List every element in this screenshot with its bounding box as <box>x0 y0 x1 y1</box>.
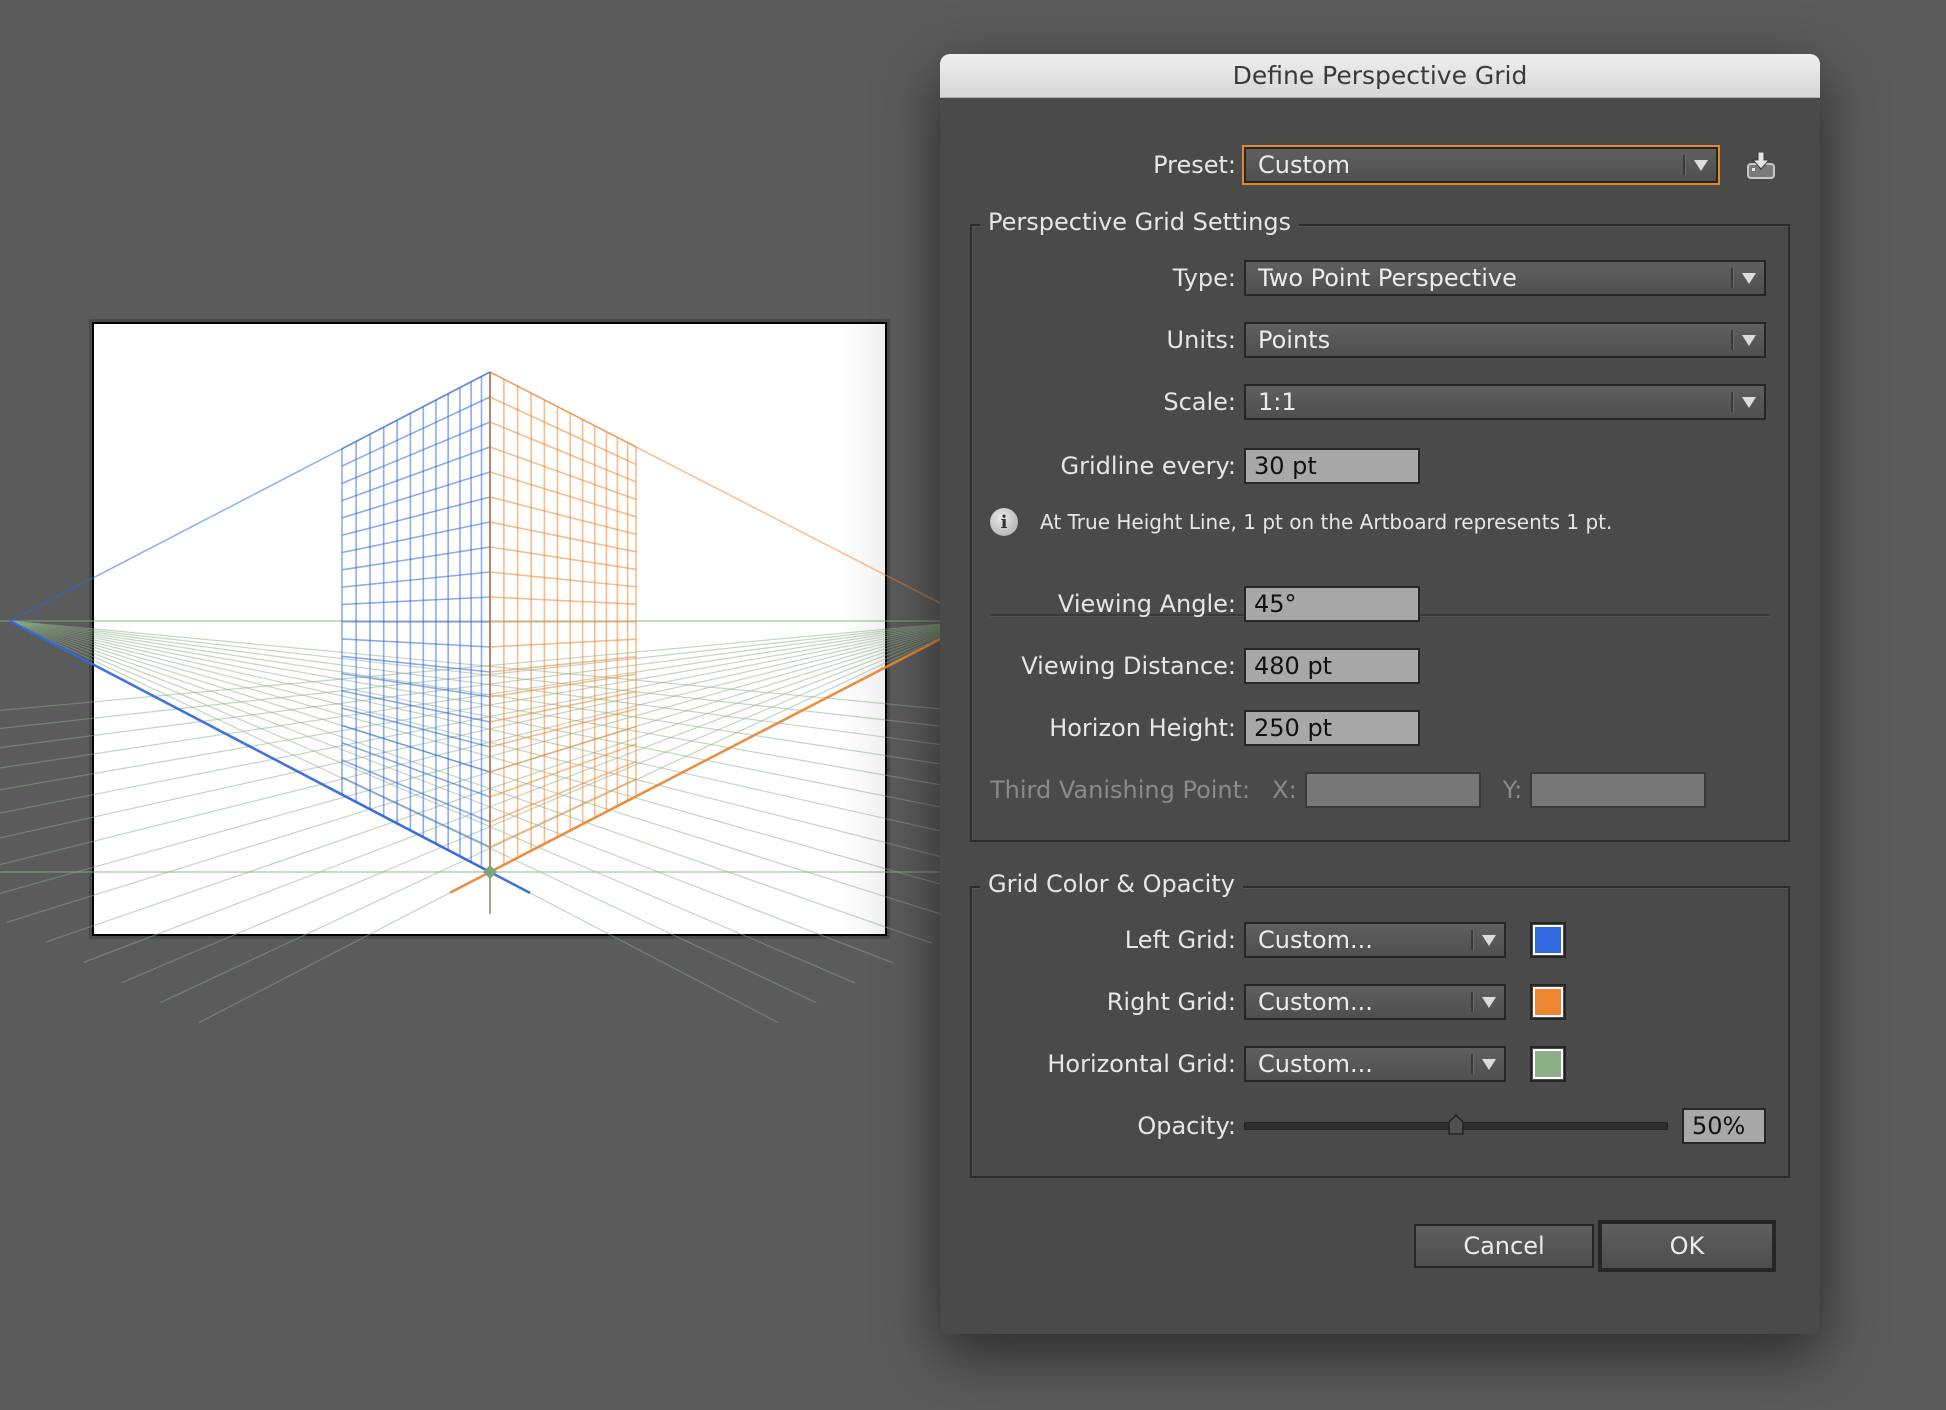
settings-group-title: Perspective Grid Settings <box>980 208 1300 236</box>
left-grid-dropdown[interactable]: Custom... <box>1244 922 1506 958</box>
info-icon: i <box>990 508 1018 536</box>
right-grid-horizontal <box>489 571 637 588</box>
third-vp-x-label: X: <box>1272 776 1297 804</box>
info-text: At True Height Line, 1 pt on the Artboar… <box>1040 510 1613 534</box>
chevron-down-icon <box>1742 273 1756 284</box>
left-grid-row: Left Grid: Custom... <box>940 922 1566 958</box>
viewing-distance-input[interactable]: 480 pt <box>1244 648 1420 684</box>
scale-dropdown[interactable]: 1:1 <box>1244 384 1766 420</box>
scale-row: Scale: 1:1 <box>940 384 1766 420</box>
opacity-slider[interactable] <box>1244 1108 1668 1144</box>
left-grid-horizontal <box>341 471 491 519</box>
chevron-down-icon <box>1694 160 1708 171</box>
preset-value: Custom <box>1258 151 1350 179</box>
type-label: Type: <box>1172 264 1236 292</box>
left-grid-value: Custom... <box>1258 926 1373 954</box>
right-grid-horizontal <box>489 521 637 553</box>
third-vp-label: Third Vanishing Point: <box>990 776 1251 804</box>
preset-dropdown[interactable]: Custom <box>1244 147 1718 183</box>
left-grid-horizontal <box>341 571 491 588</box>
right-vanishing-top-line <box>489 371 976 622</box>
horizontal-grid-line <box>0 620 976 894</box>
third-vp-x-input[interactable] <box>1304 772 1481 808</box>
right-grid-label: Right Grid: <box>1106 988 1236 1016</box>
info-row: i At True Height Line, 1 pt on the Artbo… <box>990 508 1612 536</box>
horizontal-grid-color-swatch[interactable] <box>1530 1046 1566 1082</box>
third-vp-y-input[interactable] <box>1530 772 1707 808</box>
type-row: Type: Two Point Perspective <box>940 260 1766 296</box>
ok-button[interactable]: OK <box>1598 1220 1776 1272</box>
horizontal-grid-line <box>9 620 856 984</box>
left-grid-horizontal <box>341 496 491 537</box>
define-perspective-grid-dialog: Define Perspective Grid Preset: Custom P… <box>940 54 1820 1334</box>
right-grid-horizontal <box>489 496 637 536</box>
chevron-down-icon <box>1482 935 1496 946</box>
units-dropdown[interactable]: Points <box>1244 322 1766 358</box>
left-grid-label: Left Grid: <box>1124 926 1236 954</box>
opacity-label: Opacity: <box>1137 1112 1236 1140</box>
preset-row: Preset: Custom <box>940 147 1776 183</box>
gridline-every-input[interactable]: 30 pt <box>1244 448 1420 484</box>
chevron-down-icon <box>1482 997 1496 1008</box>
left-grid-horizontal <box>341 596 491 606</box>
right-grid-horizontal <box>489 690 637 723</box>
type-dropdown[interactable]: Two Point Perspective <box>1244 260 1766 296</box>
right-grid-value: Custom... <box>1258 988 1373 1016</box>
left-grid-horizontal <box>341 521 491 554</box>
left-grid-horizontal <box>341 638 491 648</box>
left-ground-edge-line <box>9 619 531 895</box>
chevron-down-icon <box>1742 397 1756 408</box>
left-grid-color-swatch[interactable] <box>1530 922 1566 958</box>
cancel-button[interactable]: Cancel <box>1414 1224 1594 1268</box>
left-grid-horizontal <box>341 724 491 773</box>
viewing-angle-input[interactable]: 45° <box>1244 586 1420 622</box>
left-vanishing-top-line <box>9 371 491 622</box>
units-label: Units: <box>1166 326 1236 354</box>
chevron-down-icon <box>1482 1059 1496 1070</box>
right-grid-horizontal <box>489 546 637 571</box>
right-grid-horizontal <box>489 638 637 648</box>
viewing-distance-row: Viewing Distance: 480 pt <box>940 648 1420 684</box>
horizontal-grid-dropdown[interactable]: Custom... <box>1244 1046 1506 1082</box>
ground-level-widget[interactable] <box>483 865 497 879</box>
viewing-angle-label: Viewing Angle: <box>1057 590 1236 618</box>
opacity-slider-thumb[interactable] <box>1448 1113 1464 1135</box>
type-value: Two Point Perspective <box>1258 264 1517 292</box>
viewing-angle-row: Viewing Angle: 45° <box>940 586 1420 622</box>
units-row: Units: Points <box>940 322 1766 358</box>
export-preset-icon[interactable] <box>1746 151 1776 179</box>
chevron-down-icon <box>1742 335 1756 346</box>
right-grid-horizontal <box>489 596 637 606</box>
gridline-label: Gridline every: <box>1060 452 1236 480</box>
dialog-title: Define Perspective Grid <box>940 54 1820 98</box>
right-grid-horizontal <box>489 471 637 518</box>
scale-value: 1:1 <box>1258 388 1297 416</box>
opacity-row: Opacity: 50% <box>940 1108 1766 1144</box>
horizon-height-input[interactable]: 250 pt <box>1244 710 1420 746</box>
horizon-height-row: Horizon Height: 250 pt <box>940 710 1420 746</box>
viewing-distance-label: Viewing Distance: <box>1021 652 1236 680</box>
horizon-height-label: Horizon Height: <box>1049 714 1236 742</box>
third-vp-row: Third Vanishing Point: X: Y: <box>990 772 1707 808</box>
scale-label: Scale: <box>1163 388 1236 416</box>
units-value: Points <box>1258 326 1331 354</box>
horizontal-grid-row: Horizontal Grid: Custom... <box>940 1046 1566 1082</box>
horizontal-grid-line <box>9 620 894 964</box>
opacity-input[interactable]: 50% <box>1682 1108 1766 1144</box>
right-grid-dropdown[interactable]: Custom... <box>1244 984 1506 1020</box>
horizontal-grid-label: Horizontal Grid: <box>1047 1050 1236 1078</box>
left-grid-horizontal <box>341 546 491 571</box>
color-group-title: Grid Color & Opacity <box>980 870 1243 898</box>
horizontal-grid-value: Custom... <box>1258 1050 1373 1078</box>
horizontal-grid-line <box>9 620 817 1004</box>
right-grid-color-swatch[interactable] <box>1530 984 1566 1020</box>
right-grid-horizontal <box>489 725 637 773</box>
right-grid-row: Right Grid: Custom... <box>940 984 1566 1020</box>
preset-label: Preset: <box>1153 151 1236 179</box>
gridline-row: Gridline every: 30 pt <box>940 448 1420 484</box>
third-vp-y-label: Y: <box>1502 776 1523 804</box>
